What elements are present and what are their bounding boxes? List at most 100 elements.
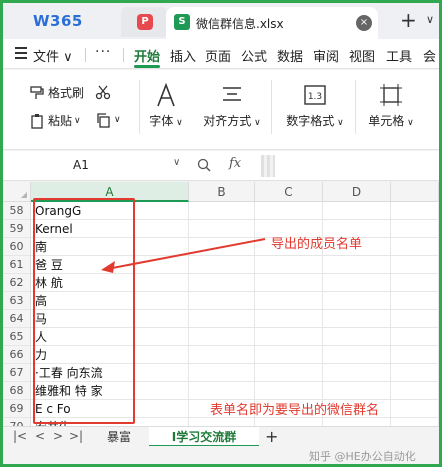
empty-cell[interactable]: [255, 328, 323, 346]
empty-cell[interactable]: [391, 400, 439, 418]
column-header-b[interactable]: B: [189, 182, 255, 202]
row-header[interactable]: 60: [3, 238, 31, 256]
empty-cell[interactable]: [323, 346, 391, 364]
empty-cell[interactable]: [323, 256, 391, 274]
hamburger-menu-icon[interactable]: [15, 47, 27, 59]
row-header[interactable]: 69: [3, 400, 31, 418]
row-header[interactable]: 64: [3, 310, 31, 328]
row-header[interactable]: 67: [3, 364, 31, 382]
prev-sheet-icon[interactable]: <: [35, 429, 45, 443]
row-header[interactable]: 66: [3, 346, 31, 364]
cell-group-button[interactable]: 单元格 ∨: [365, 82, 417, 129]
number-format-button[interactable]: 1.3 数字格式 ∨: [285, 82, 345, 129]
column-header-e[interactable]: [391, 182, 439, 202]
copy-button[interactable]: ∨: [95, 112, 121, 128]
empty-cell[interactable]: [391, 256, 439, 274]
empty-cell[interactable]: [255, 382, 323, 400]
empty-cell[interactable]: [255, 364, 323, 382]
menu-tab-view[interactable]: 视图: [349, 46, 375, 65]
empty-cell[interactable]: [189, 418, 255, 426]
document-tab[interactable]: S 微信群信息.xlsx ×: [166, 7, 378, 39]
row-header[interactable]: 65: [3, 328, 31, 346]
empty-cell[interactable]: [255, 346, 323, 364]
select-all-corner[interactable]: [3, 182, 31, 202]
empty-cell[interactable]: [189, 328, 255, 346]
new-tab-button[interactable]: +: [400, 9, 417, 31]
more-menu-icon[interactable]: ···: [95, 44, 111, 60]
empty-cell[interactable]: [255, 202, 323, 220]
menu-tab-formula[interactable]: 公式: [241, 46, 267, 65]
column-header-c[interactable]: C: [255, 182, 323, 202]
empty-cell[interactable]: [255, 310, 323, 328]
empty-cell[interactable]: [323, 202, 391, 220]
menu-tab-data[interactable]: 数据: [277, 46, 303, 65]
empty-cell[interactable]: [189, 292, 255, 310]
paste-button[interactable]: 粘贴 ∨: [29, 112, 81, 129]
empty-cell[interactable]: [323, 292, 391, 310]
menu-tab-tools[interactable]: 工具: [386, 46, 412, 65]
empty-cell[interactable]: [391, 310, 439, 328]
empty-cell[interactable]: [391, 292, 439, 310]
empty-cell[interactable]: [189, 382, 255, 400]
title-bar: W365 P S 微信群信息.xlsx × + ∨: [3, 3, 439, 39]
formula-content-blurred[interactable]: [261, 155, 275, 177]
empty-cell[interactable]: [391, 364, 439, 382]
cut-button[interactable]: [95, 84, 114, 100]
font-group-button[interactable]: 字体 ∨: [145, 82, 187, 129]
sheet-tab-active[interactable]: I学习交流群: [149, 427, 259, 447]
pdf-tab[interactable]: P: [121, 7, 167, 37]
format-painter-button[interactable]: 格式刷: [29, 84, 84, 101]
empty-cell[interactable]: [189, 310, 255, 328]
menu-tab-home[interactable]: 开始: [134, 46, 160, 65]
tab-list-chevron-icon[interactable]: ∨: [426, 13, 434, 26]
empty-cell[interactable]: [255, 292, 323, 310]
row-header[interactable]: 61: [3, 256, 31, 274]
name-box-chevron-icon[interactable]: ∨: [173, 157, 180, 168]
empty-cell[interactable]: [391, 328, 439, 346]
sheet-tab-1[interactable]: 暴富: [107, 427, 131, 447]
function-icon[interactable]: fx: [229, 156, 241, 171]
menu-tab-page[interactable]: 页面: [205, 46, 231, 65]
column-header-d[interactable]: D: [323, 182, 391, 202]
empty-cell[interactable]: [391, 238, 439, 256]
row-header[interactable]: 59: [3, 220, 31, 238]
wps365-logo[interactable]: W365: [33, 11, 83, 31]
zoom-icon[interactable]: [197, 158, 211, 175]
empty-cell[interactable]: [391, 382, 439, 400]
empty-cell[interactable]: [391, 202, 439, 220]
row-header[interactable]: 70: [3, 418, 31, 426]
menu-file[interactable]: 文件 ∨: [33, 46, 73, 65]
empty-cell[interactable]: [391, 346, 439, 364]
alignment-group-button[interactable]: 对齐方式 ∨: [203, 82, 261, 129]
menu-tab-member[interactable]: 会: [423, 46, 436, 65]
empty-cell[interactable]: [323, 310, 391, 328]
row-header[interactable]: 62: [3, 274, 31, 292]
row-header[interactable]: 58: [3, 202, 31, 220]
empty-cell[interactable]: [323, 418, 391, 426]
menu-bar: 文件 ∨ ··· 开始 插入 页面 公式 数据 审阅 视图 工具 会: [3, 39, 439, 69]
annotation-arrow-icon: [101, 238, 266, 273]
cell-icon: [365, 82, 417, 108]
empty-cell[interactable]: [391, 418, 439, 426]
menu-divider: [123, 48, 124, 62]
empty-cell[interactable]: [391, 220, 439, 238]
empty-cell[interactable]: [323, 382, 391, 400]
row-header[interactable]: 68: [3, 382, 31, 400]
first-sheet-icon[interactable]: |<: [13, 429, 27, 443]
empty-cell[interactable]: [255, 418, 323, 426]
row-header[interactable]: 63: [3, 292, 31, 310]
empty-cell[interactable]: [189, 346, 255, 364]
last-sheet-icon[interactable]: >|: [69, 429, 83, 443]
empty-cell[interactable]: [323, 364, 391, 382]
empty-cell[interactable]: [391, 274, 439, 292]
empty-cell[interactable]: [323, 328, 391, 346]
name-box[interactable]: A1: [73, 158, 89, 172]
empty-cell[interactable]: [323, 274, 391, 292]
next-sheet-icon[interactable]: >: [53, 429, 63, 443]
empty-cell[interactable]: [189, 202, 255, 220]
menu-tab-review[interactable]: 审阅: [313, 46, 339, 65]
close-tab-icon[interactable]: ×: [356, 15, 372, 31]
add-sheet-button[interactable]: +: [265, 427, 278, 447]
empty-cell[interactable]: [189, 364, 255, 382]
menu-tab-insert[interactable]: 插入: [170, 46, 196, 65]
